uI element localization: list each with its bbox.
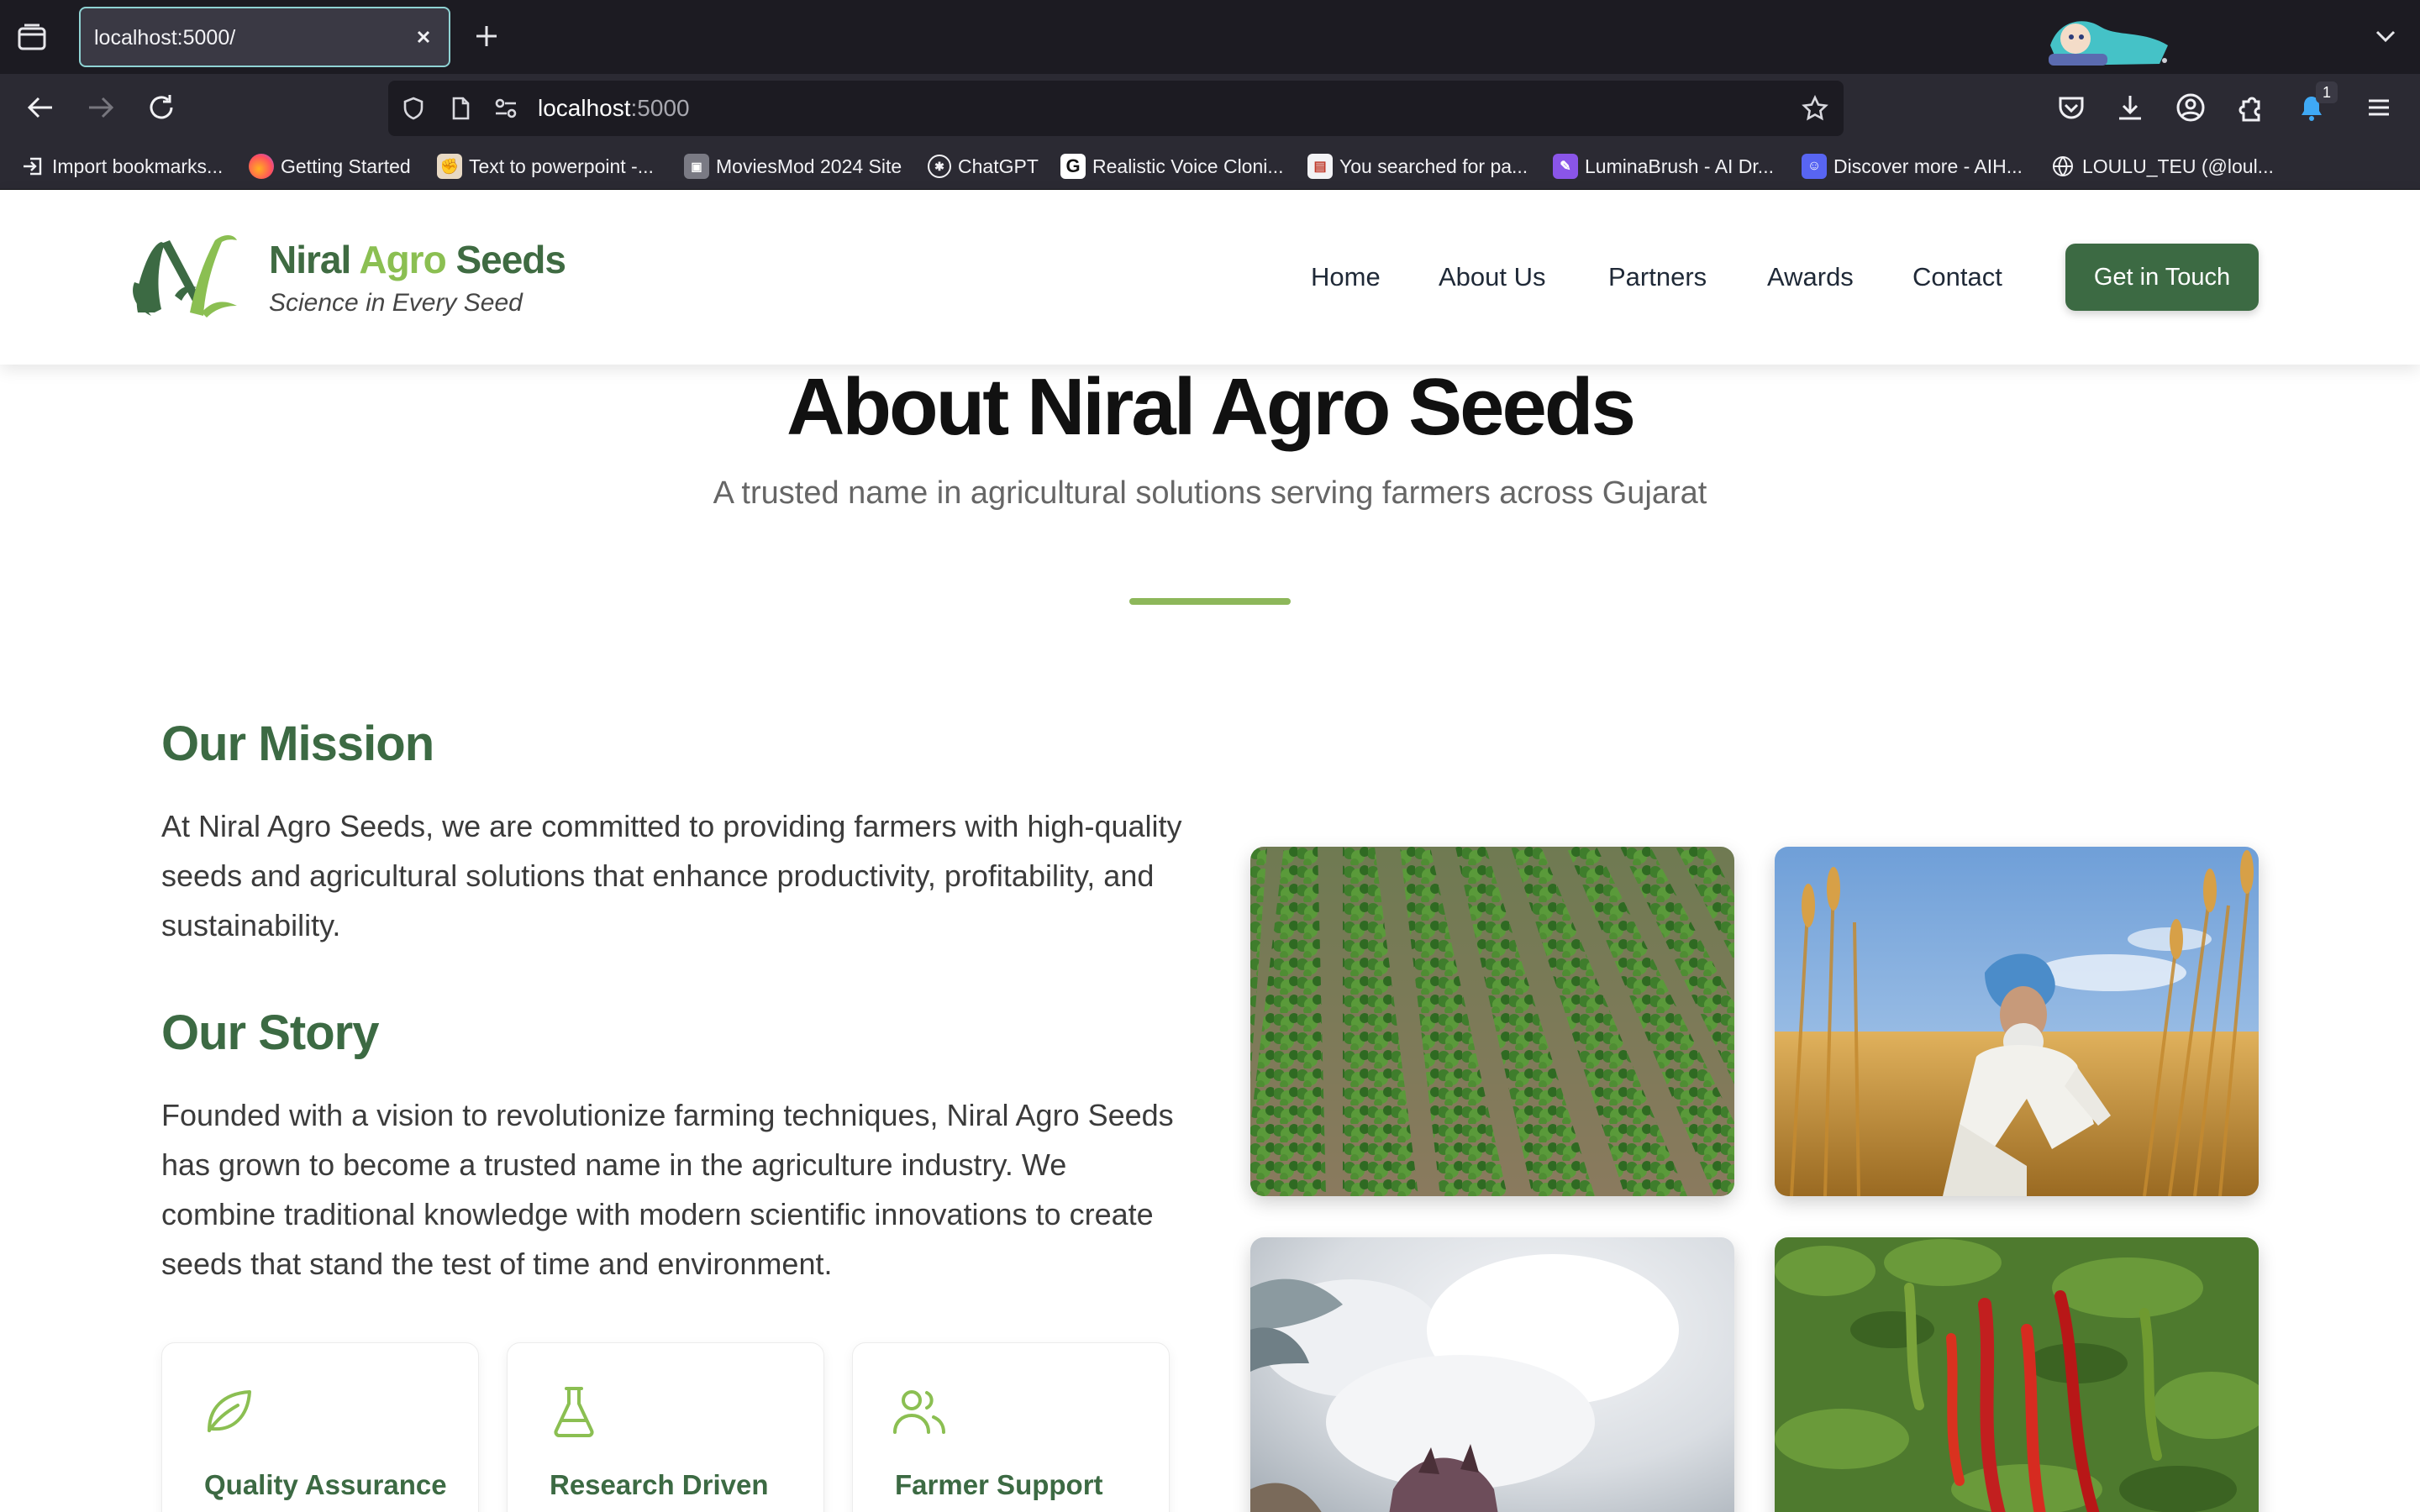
- back-arrow-icon[interactable]: [24, 91, 57, 124]
- bookmarks-bar: Import bookmarks... Getting Started ✊ Te…: [0, 143, 2420, 190]
- bookmark-item[interactable]: Getting Started: [249, 150, 411, 183]
- nav-partners[interactable]: Partners: [1608, 262, 1707, 292]
- cotton-photo: [1250, 1237, 1734, 1512]
- brand-tagline: Science in Every Seed: [269, 289, 523, 317]
- feature-card-support: Farmer Support: [852, 1342, 1170, 1512]
- reload-icon[interactable]: [145, 91, 178, 124]
- chatgpt-icon: ✱: [928, 155, 951, 178]
- bookmark-item[interactable]: G Realistic Voice Cloni...: [1060, 150, 1284, 183]
- bookmark-item[interactable]: ✎ LuminaBrush - AI Dr...: [1553, 150, 1774, 183]
- browser-tab-active[interactable]: localhost:5000/: [79, 7, 450, 67]
- url-text[interactable]: localhost:5000: [538, 95, 690, 122]
- globe-icon: [2050, 154, 2075, 179]
- tab-overview-icon[interactable]: [15, 22, 49, 52]
- page-title: About Niral Agro Seeds: [786, 362, 1636, 452]
- mission-text: At Niral Agro Seeds, we are committed to…: [161, 809, 1182, 942]
- page-subtitle: A trusted name in agricultural solutions…: [713, 475, 1707, 511]
- brand-name[interactable]: Niral Agro Seeds: [269, 237, 566, 282]
- get-in-touch-button[interactable]: Get in Touch: [2065, 244, 2259, 311]
- feature-title: Farmer Support: [895, 1469, 1103, 1500]
- firefox-icon: [249, 154, 274, 179]
- feature-title: Research Driven: [550, 1469, 769, 1500]
- feature-card-quality: Quality Assurance: [161, 1342, 479, 1512]
- mascot-image: [2042, 12, 2176, 71]
- chili-photo: [1775, 1237, 2259, 1512]
- browser-tab-bar: localhost:5000/: [0, 0, 2420, 74]
- extensions-icon[interactable]: [2235, 92, 2267, 123]
- brush-icon: ✎: [1553, 154, 1578, 179]
- feature-card-research: Research Driven: [507, 1342, 824, 1512]
- page-icon: ▤: [1307, 154, 1333, 179]
- bookmark-item[interactable]: LOULU_TEU (@loul...: [2050, 150, 2274, 183]
- nav-home[interactable]: Home: [1311, 262, 1381, 292]
- leaf-icon: [201, 1383, 256, 1439]
- users-icon: [892, 1383, 947, 1439]
- bookmark-item[interactable]: ☺ Discover more - AIH...: [1802, 150, 2023, 183]
- feature-title: Quality Assurance: [204, 1469, 447, 1500]
- nav-contact[interactable]: Contact: [1912, 262, 2002, 292]
- shield-icon[interactable]: [400, 95, 427, 122]
- bookmark-item[interactable]: ▣ MoviesMod 2024 Site: [684, 150, 902, 183]
- farmer-wheat-photo: [1775, 847, 2259, 1196]
- pocket-icon[interactable]: [2055, 92, 2087, 123]
- download-icon[interactable]: [2114, 92, 2146, 123]
- g-icon: G: [1060, 154, 1086, 179]
- niral-logo-icon[interactable]: [131, 228, 244, 328]
- title-divider: [1129, 598, 1291, 605]
- bookmark-star-icon[interactable]: [1802, 95, 1828, 122]
- flask-icon: [546, 1383, 602, 1439]
- nav-awards[interactable]: Awards: [1767, 262, 1854, 292]
- chevron-down-icon[interactable]: [2371, 22, 2400, 50]
- address-bar[interactable]: localhost:5000: [388, 81, 1844, 136]
- forward-arrow-icon[interactable]: [84, 91, 118, 124]
- site-header: Niral Agro Seeds Science in Every Seed H…: [0, 190, 2420, 365]
- close-tab-icon[interactable]: [410, 24, 437, 50]
- film-icon: ▣: [684, 154, 709, 179]
- crop-rows-photo: [1250, 847, 1734, 1196]
- story-text: Founded with a vision to revolutionize f…: [161, 1098, 1174, 1281]
- bookmark-item[interactable]: ✊ Text to powerpoint -...: [437, 150, 654, 183]
- bookmark-item[interactable]: ✱ ChatGPT: [928, 150, 1039, 183]
- browser-toolbar: localhost:5000 1: [0, 74, 2420, 143]
- notification-count-badge: 1: [2316, 81, 2338, 103]
- muscle-icon: ✊: [437, 154, 462, 179]
- notifications-icon[interactable]: 1: [2296, 81, 2338, 123]
- import-icon: [20, 154, 45, 179]
- account-icon[interactable]: [2175, 92, 2207, 123]
- bookmark-item[interactable]: Import bookmarks...: [20, 150, 223, 183]
- new-tab-icon[interactable]: [472, 22, 501, 50]
- story-heading: Our Story: [161, 1005, 379, 1060]
- page-info-icon[interactable]: [447, 95, 474, 122]
- tab-title: localhost:5000/: [94, 26, 236, 50]
- bookmark-item[interactable]: ▤ You searched for pa...: [1307, 150, 1528, 183]
- nav-about-us[interactable]: About Us: [1439, 262, 1546, 292]
- mission-heading: Our Mission: [161, 717, 434, 771]
- discord-icon: ☺: [1802, 154, 1827, 179]
- permissions-icon[interactable]: [492, 95, 519, 122]
- hamburger-menu-icon[interactable]: [2363, 92, 2395, 123]
